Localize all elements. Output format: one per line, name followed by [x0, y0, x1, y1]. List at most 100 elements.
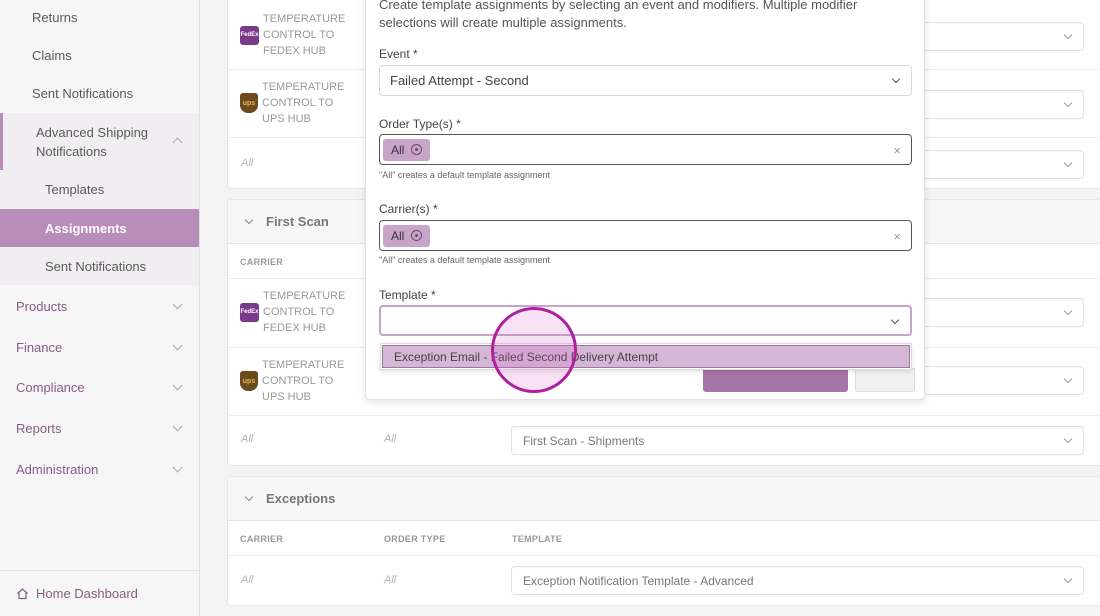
all-carrier-label: All [241, 574, 254, 586]
sidebar-item-products[interactable]: Products [0, 294, 199, 318]
ups-logo-icon: ups [240, 371, 258, 391]
sidebar-item-compliance[interactable]: Compliance [0, 375, 199, 399]
template-dropdown-menu: Exception Email - Failed Second Delivery… [380, 343, 912, 370]
carrier-cell: ups TEMPERATURE CONTROL TO UPS HUB [240, 79, 354, 127]
click-indicator [491, 307, 577, 393]
sidebar-item-administration[interactable]: Administration [0, 457, 199, 481]
modal-intro-text: Create template assignments by selecting… [379, 0, 858, 30]
order-type-chip: All [383, 138, 431, 161]
carrier-cell: FedEx TEMPERATURE CONTROL TO FEDEX HUB [240, 288, 355, 336]
all-carrier-label: All [241, 433, 254, 445]
section-title: First Scan [266, 214, 329, 229]
order-type-hint: "All" creates a default template assignm… [379, 170, 550, 180]
chevron-down-icon [1063, 374, 1073, 384]
sidebar-item-asn-sent-notifications[interactable]: Sent Notifications [0, 247, 199, 285]
column-header-carrier: CARRIER [240, 534, 284, 544]
chevron-down-icon [172, 340, 183, 351]
sidebar-item-returns[interactable]: Returns [0, 5, 199, 29]
fedex-logo-icon: FedEx [240, 25, 259, 45]
event-select-value: Failed Attempt - Second [390, 73, 529, 88]
chip-label: All [391, 142, 405, 157]
chip-label: All [391, 228, 405, 243]
sidebar-item-label: Returns [32, 9, 78, 25]
chevron-down-icon [1063, 30, 1073, 40]
chevron-down-icon [890, 315, 900, 325]
carrier-name: TEMPERATURE CONTROL TO FEDEX HUB [263, 290, 346, 334]
sidebar-item-templates[interactable]: Templates [0, 170, 199, 208]
carrier-name: TEMPERATURE CONTROL TO UPS HUB [262, 81, 345, 125]
sidebar-item-label: Claims [32, 47, 72, 63]
chevron-down-icon [1063, 574, 1073, 584]
carrier-cell: ups TEMPERATURE CONTROL TO UPS HUB [240, 357, 354, 405]
sidebar-item-label: Administration [16, 461, 99, 477]
row-divider [228, 415, 1100, 416]
remove-chip-icon[interactable] [411, 230, 423, 241]
sidebar-item-label: Assignments [45, 220, 127, 236]
exceptions-header[interactable]: Exceptions [228, 477, 1100, 521]
create-assignment-modal: Create template assignments by selecting… [365, 0, 925, 400]
sidebar-item-label: Sent Notifications [45, 258, 147, 274]
sidebar-item-reports[interactable]: Reports [0, 416, 199, 440]
exceptions-card: Exceptions CARRIER ORDER TYPE TEMPLATE A… [227, 476, 1100, 606]
order-type-label: Order Type(s) * [379, 117, 461, 131]
event-label: Event * [379, 47, 418, 61]
template-select[interactable] [379, 305, 912, 336]
chevron-down-icon [1063, 434, 1073, 444]
sidebar-item-label: Compliance [16, 379, 85, 395]
sidebar-item-claims[interactable]: Claims [0, 43, 199, 67]
all-order-type-label: All [384, 433, 397, 445]
carrier-name: TEMPERATURE CONTROL TO FEDEX HUB [263, 13, 346, 57]
chevron-down-icon [1063, 98, 1073, 108]
chevron-down-icon [1063, 306, 1073, 316]
template-select[interactable]: Exception Notification Template - Advanc… [511, 566, 1084, 595]
sidebar-item-advanced-shipping-notifications[interactable]: Advanced Shipping Notifications [0, 113, 199, 170]
remove-chip-icon[interactable] [411, 144, 423, 155]
column-header-order-type: ORDER TYPE [384, 534, 446, 544]
chevron-down-icon [244, 215, 254, 225]
cancel-button[interactable] [855, 368, 915, 392]
sidebar-item-label: Finance [16, 339, 63, 355]
template-select[interactable]: First Scan - Shipments [511, 426, 1084, 455]
chevron-down-icon [1063, 158, 1073, 168]
ups-logo-icon: ups [240, 93, 258, 113]
column-header-template: TEMPLATE [512, 534, 563, 544]
clear-icon[interactable]: × [893, 229, 901, 244]
template-label: Template * [379, 288, 436, 302]
chevron-down-icon [891, 74, 901, 84]
sidebar-item-finance[interactable]: Finance [0, 335, 199, 359]
home-icon [17, 588, 28, 600]
sidebar-item-sent-notifications[interactable]: Sent Notifications [0, 81, 199, 105]
event-select[interactable]: Failed Attempt - Second [379, 65, 912, 96]
order-type-multiselect[interactable]: All × [379, 134, 912, 165]
sidebar-item-label: Reports [16, 420, 62, 436]
carrier-chip: All [383, 224, 431, 247]
all-order-type-label: All [384, 574, 397, 586]
chevron-down-icon [172, 421, 183, 432]
home-dashboard-link[interactable]: Home Dashboard [0, 570, 199, 616]
all-carrier-label: All [241, 157, 254, 169]
chevron-down-icon [244, 492, 254, 502]
carrier-cell: FedEx TEMPERATURE CONTROL TO FEDEX HUB [240, 11, 355, 59]
section-title: Exceptions [266, 491, 336, 506]
fedex-logo-icon: FedEx [240, 302, 259, 322]
save-assignment-button[interactable] [703, 368, 848, 392]
template-select-value: First Scan - Shipments [523, 433, 645, 448]
template-option[interactable]: Exception Email - Failed Second Delivery… [382, 345, 910, 368]
sidebar-item-label: Sent Notifications [32, 85, 134, 101]
template-select-value: Exception Notification Template - Advanc… [523, 573, 754, 588]
sidebar-item-label: Advanced Shipping Notifications [36, 124, 149, 159]
row-divider [228, 555, 1100, 556]
sidebar-item-label: Products [16, 298, 68, 314]
chevron-up-icon [172, 137, 183, 148]
carrier-multiselect[interactable]: All × [379, 220, 912, 251]
sidebar-item-assignments[interactable]: Assignments [0, 209, 199, 247]
sidebar: Returns Claims Sent Notifications Advanc… [0, 0, 200, 616]
home-dashboard-label: Home Dashboard [36, 586, 138, 601]
chevron-down-icon [172, 380, 183, 391]
chevron-down-icon [172, 462, 183, 473]
carrier-label: Carrier(s) * [379, 202, 438, 216]
chevron-down-icon [172, 299, 183, 310]
clear-icon[interactable]: × [893, 143, 901, 158]
carrier-hint: "All" creates a default template assignm… [379, 255, 550, 265]
sidebar-item-label: Templates [45, 181, 105, 197]
